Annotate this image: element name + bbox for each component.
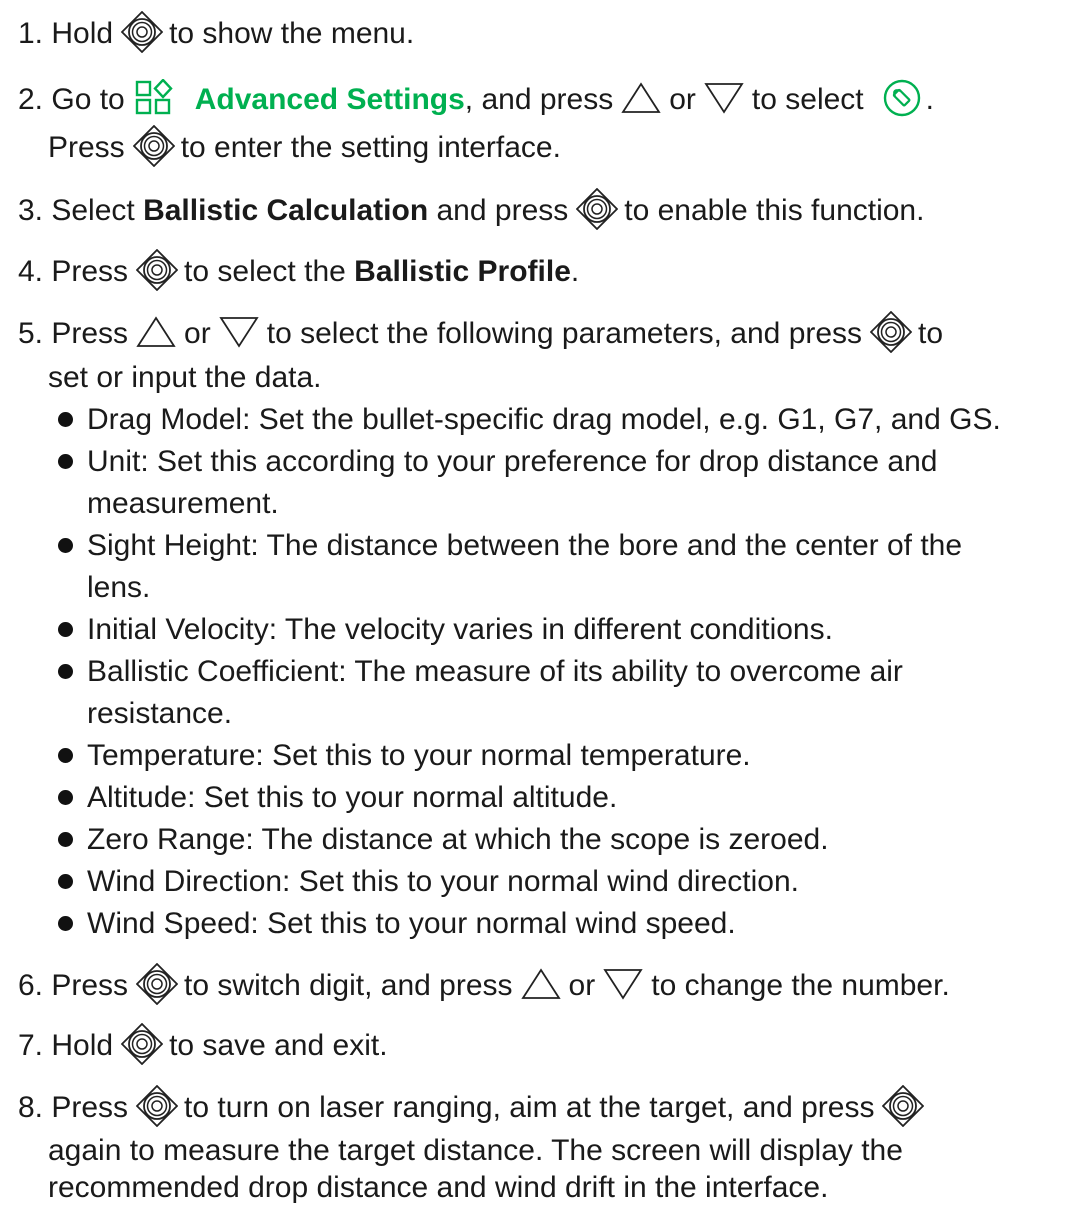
- advanced-settings-label: Advanced Settings: [194, 83, 465, 116]
- bullet-text: measurement.: [87, 487, 279, 520]
- bullet-text: Ballistic Coefficient: The measure of it…: [87, 655, 903, 688]
- step-4: 4. Press to select the Ballistic Profile.: [18, 249, 580, 292]
- step-2-text-4: Press: [48, 131, 125, 164]
- step-6-text-2: to switch digit, and press: [184, 969, 513, 1002]
- bullet-item: Initial Velocity: The velocity varies in…: [58, 610, 833, 650]
- step-2-text: 2. Go to: [18, 83, 125, 116]
- step-2-text-3: to select: [751, 83, 864, 116]
- step-7: 7. Hold to save and exit.: [18, 1023, 388, 1066]
- step-1-text: 1. Hold: [18, 17, 114, 50]
- ballistic-profile-label: Ballistic Profile: [354, 255, 571, 288]
- bullet-item: Zero Range: The distance at which the sc…: [58, 820, 829, 860]
- bullet-item: Unit: Set this according to your prefere…: [58, 442, 937, 482]
- dial-button-icon: [136, 963, 178, 1005]
- bullet-item: Sight Height: The distance between the b…: [58, 526, 962, 566]
- step-6: 6. Press to switch digit, and press or to c…: [18, 963, 950, 1006]
- step-2: 2. Go to Advanced Settings, and press or t…: [18, 79, 934, 120]
- step-3-text-3: to enable this function.: [624, 194, 925, 227]
- step-8-text: 8. Press: [18, 1091, 129, 1124]
- ballistic-calculation-label: Ballistic Calculation: [143, 194, 429, 227]
- step-3-text-2: and press: [436, 194, 569, 227]
- step-2-period: .: [925, 83, 934, 116]
- bullet-dot: [58, 538, 73, 553]
- step-3-text: 3. Select: [18, 194, 135, 227]
- step-7-text-2: to save and exit.: [169, 1029, 388, 1062]
- up-triangle-icon: [521, 969, 560, 999]
- up-triangle-icon: [622, 83, 661, 113]
- step-4-period: .: [570, 255, 580, 288]
- down-triangle-icon: [604, 969, 643, 999]
- step-5-text: 5. Press: [18, 317, 129, 350]
- step-2-or: or: [669, 83, 696, 116]
- bullet-text: Wind Direction: Set this to your normal …: [87, 865, 799, 898]
- bullet-text: resistance.: [87, 697, 233, 730]
- step-8-text-2: to turn on laser ranging, aim at the tar…: [184, 1091, 875, 1124]
- bullet-dot: [58, 622, 73, 637]
- step-6-or: or: [568, 969, 596, 1002]
- dial-button-icon: [882, 1085, 925, 1127]
- step-4-text: 4. Press: [18, 255, 129, 288]
- dial-button-icon: [136, 1085, 178, 1127]
- bullet-item: Altitude: Set this to your normal altitu…: [58, 778, 617, 818]
- step-7-text: 7. Hold: [18, 1029, 114, 1062]
- bullet-dot: [58, 832, 73, 847]
- step-8-line-3: recommended drop distance and wind drift…: [48, 1168, 828, 1208]
- step-5: 5. Press or to select the following parame…: [18, 311, 944, 354]
- bullet-text: Drag Model: Set the bullet-specific drag…: [87, 403, 1001, 436]
- bullet-dot: [58, 916, 73, 931]
- dial-button-icon: [870, 311, 912, 353]
- bullet-continuation: measurement.: [87, 484, 279, 524]
- bullet-item: Wind Direction: Set this to your normal …: [58, 862, 799, 902]
- dial-button-icon: [576, 188, 619, 230]
- bullet-dot: [58, 874, 73, 889]
- bullet-continuation: lens.: [87, 568, 150, 608]
- bullet-continuation: resistance.: [87, 694, 232, 734]
- step-5-line-2: set or input the data.: [48, 358, 322, 398]
- bullet-dot: [58, 748, 73, 763]
- step-8: 8. Press to turn on laser ranging, aim at…: [18, 1085, 930, 1128]
- dial-button-icon: [136, 249, 178, 291]
- bullet-item: Drag Model: Set the bullet-specific drag…: [58, 400, 1001, 440]
- down-triangle-icon: [705, 83, 743, 113]
- bullet-dot: [58, 664, 73, 679]
- step-1-text-2: to show the menu.: [169, 17, 415, 50]
- bullet-dot: [58, 412, 73, 427]
- dial-button-icon: [132, 125, 175, 167]
- bullet-text: Zero Range: The distance at which the sc…: [87, 823, 829, 856]
- step-6-text: 6. Press: [18, 969, 129, 1002]
- dial-button-icon: [121, 11, 163, 53]
- ballistic-profile-icon: [883, 79, 920, 117]
- step-8-text-3: again to measure the target distance. Th…: [48, 1134, 903, 1167]
- bullet-text: Unit: Set this according to your prefere…: [87, 445, 938, 478]
- step-5-text-3: to: [918, 317, 944, 350]
- bullet-text: Temperature: Set this to your normal tem…: [87, 739, 751, 772]
- step-2-text-5: to enter the setting interface.: [180, 131, 561, 164]
- step-8-text-4: recommended drop distance and wind drift…: [48, 1171, 829, 1204]
- advanced-settings-icon: [135, 79, 173, 115]
- step-5-text-4: set or input the data.: [48, 361, 322, 394]
- step-3: 3. Select Ballistic Calculation and pres…: [18, 188, 925, 231]
- bullet-dot: [58, 454, 73, 469]
- bullet-text: Sight Height: The distance between the b…: [87, 529, 963, 562]
- step-6-text-3: to change the number.: [651, 969, 950, 1002]
- up-triangle-icon: [137, 317, 175, 347]
- bullet-text: Altitude: Set this to your normal altitu…: [87, 781, 618, 814]
- step-4-text-2: to select the: [184, 255, 346, 288]
- bullet-item: Wind Speed: Set this to your normal wind…: [58, 904, 736, 944]
- step-1: 1. Hold to show the menu.: [18, 11, 415, 54]
- step-8-line-2: again to measure the target distance. Th…: [48, 1131, 903, 1171]
- bullet-text: Wind Speed: Set this to your normal wind…: [87, 907, 736, 940]
- bullet-item: Ballistic Coefficient: The measure of it…: [58, 652, 903, 692]
- step-2-text-2: , and press: [464, 83, 614, 116]
- down-triangle-icon: [219, 317, 258, 347]
- bullet-text: Initial Velocity: The velocity varies in…: [87, 613, 833, 646]
- step-2-line-2: Press to enter the setting interface.: [48, 125, 561, 168]
- step-5-or: or: [184, 317, 211, 350]
- bullet-item: Temperature: Set this to your normal tem…: [58, 736, 751, 776]
- bullet-text: lens.: [87, 571, 151, 604]
- step-5-text-2: to select the following parameters, and …: [266, 317, 863, 350]
- dial-button-icon: [121, 1023, 163, 1065]
- bullet-dot: [58, 790, 73, 805]
